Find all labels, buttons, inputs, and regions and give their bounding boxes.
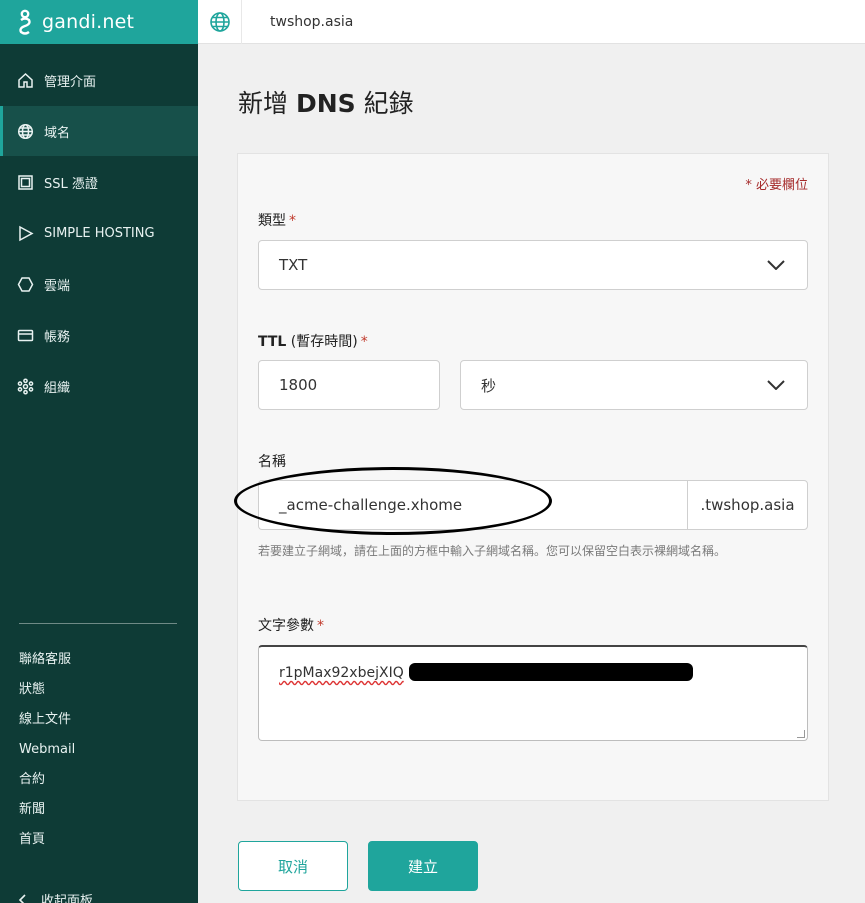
cancel-button[interactable]: 取消 [238,841,348,891]
sidebar-item-label: 管理介面 [44,74,97,90]
create-button[interactable]: 建立 [368,841,478,891]
organization-icon [17,377,34,395]
play-icon [19,225,34,241]
sidebar-divider [19,623,177,624]
sidebar-item-label: 域名 [44,125,71,141]
resize-handle[interactable] [797,730,805,738]
required-star: * [317,618,324,634]
sidebar-item-ssl[interactable]: SSL 憑證 [0,157,198,207]
hexagon-icon [17,276,34,292]
sidebar-item-simple-hosting[interactable]: SIMPLE HOSTING [0,208,198,258]
footer-link-news[interactable]: 新聞 [19,798,75,828]
type-label: 類型 * [258,210,296,230]
footer-link-status[interactable]: 狀態 [19,678,75,708]
collapse-sidebar-button[interactable]: 收起面板 [17,890,93,903]
footer-link-home[interactable]: 首頁 [19,828,75,858]
ttl-input-value: 1800 [279,376,318,394]
brand-name: gandi.net [42,11,135,33]
type-select[interactable]: TXT [258,240,808,290]
current-domain[interactable]: twshop.asia [270,14,353,30]
chevron-down-icon [767,380,785,390]
sidebar-item-label: 帳務 [44,329,71,345]
sidebar-item-domains[interactable]: 域名 [0,106,198,156]
redaction-mark [409,663,693,681]
ttl-input[interactable]: 1800 [258,360,440,410]
brand-bar[interactable]: gandi.net [0,0,198,44]
ttl-label: TTL (暫存時間) * [258,331,368,351]
sidebar-footer-links: 聯絡客服 狀態 線上文件 Webmail 合約 新聞 首頁 [19,648,75,858]
sidebar-nav: 管理介面 域名 SSL 憑證 SIMPLE HOSTING 雲端 帳務 組織 [0,44,198,411]
chevron-left-icon [18,893,26,903]
domain-globe-box [198,0,242,44]
footer-link-docs[interactable]: 線上文件 [19,708,75,738]
card-icon [17,329,34,341]
sidebar-item-label: 雲端 [44,278,71,294]
name-input[interactable]: _acme-challenge.xhome [258,480,687,530]
ttl-unit-value: 秒 [481,376,497,395]
name-domain-suffix: .twshop.asia [687,480,808,530]
sidebar-item-billing[interactable]: 帳務 [0,310,198,360]
footer-link-contracts[interactable]: 合約 [19,768,75,798]
certificate-icon [18,174,33,190]
sidebar-item-dashboard[interactable]: 管理介面 [0,55,198,105]
page-title-prefix: 新增 [238,89,296,118]
home-icon [18,72,33,88]
sidebar-item-label: 組織 [44,380,71,396]
globe-icon [17,123,34,139]
sidebar-item-cloud[interactable]: 雲端 [0,259,198,309]
sidebar: gandi.net 管理介面 域名 SSL 憑證 SIMPLE HOSTING … [0,0,198,903]
required-star: * [289,213,296,229]
footer-link-support[interactable]: 聯絡客服 [19,648,75,678]
footer-link-webmail[interactable]: Webmail [19,738,75,768]
gandi-logo-icon [19,9,31,35]
required-fields-note: * 必要欄位 [745,178,808,193]
sidebar-item-label: SSL 憑證 [44,176,98,192]
page-title-suffix: 紀錄 [355,89,414,118]
globe-icon [209,11,230,32]
ttl-label-bold: TTL [258,334,287,350]
sidebar-item-label: SIMPLE HOSTING [44,225,155,241]
text-value-label: 文字參數 * [258,615,324,635]
ttl-label-rest: (暫存時間) [286,334,358,350]
name-field-group: _acme-challenge.xhome .twshop.asia [258,480,808,530]
type-select-value: TXT [279,256,308,274]
page-title-bold: DNS [295,89,356,118]
text-value-textarea[interactable]: r1pMax92xbejXIQ [258,645,808,741]
text-value-label-text: 文字參數 [258,618,314,634]
name-input-value: _acme-challenge.xhome [279,496,463,514]
text-value-content: r1pMax92xbejXIQ [279,665,404,681]
collapse-label: 收起面板 [41,894,94,903]
page-title: 新增 DNS 紀錄 [238,84,414,120]
name-hint: 若要建立子網域，請在上面的方框中輸入子網域名稱。您可以保留空白表示裸網域名稱。 [258,544,727,558]
chevron-down-icon [767,260,785,270]
dns-record-form: * 必要欄位 類型 * TXT TTL (暫存時間) * 1800 秒 名稱 _ac… [234,153,829,801]
required-star: * [360,334,368,350]
type-label-text: 類型 [258,213,286,229]
name-label: 名稱 [258,454,286,470]
sidebar-item-organization[interactable]: 組織 [0,361,198,411]
ttl-unit-select[interactable]: 秒 [460,360,808,410]
topbar: twshop.asia [198,0,865,44]
